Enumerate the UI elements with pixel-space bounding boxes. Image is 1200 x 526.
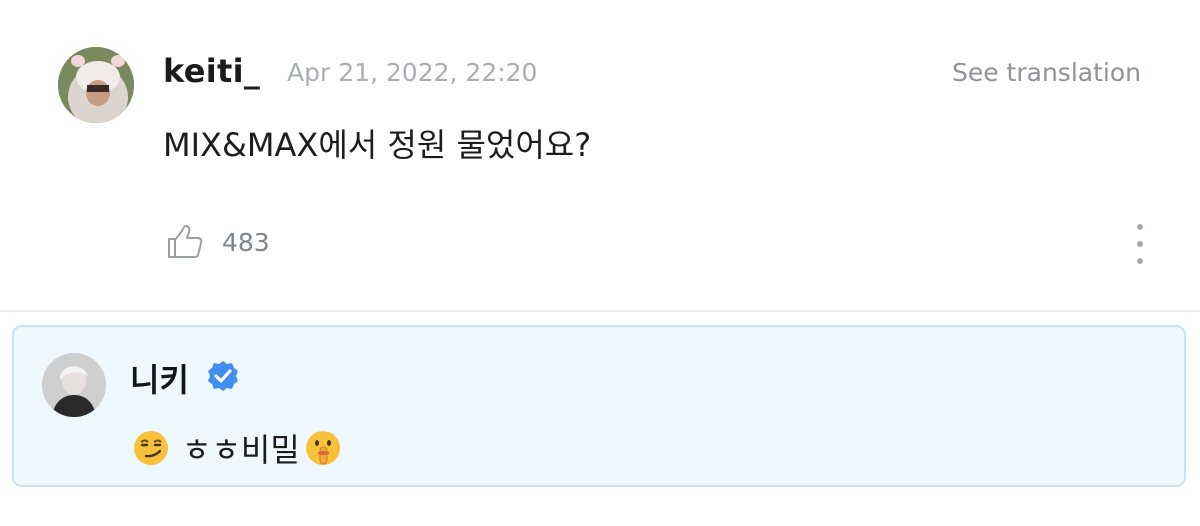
shushing-face-emoji	[305, 431, 340, 465]
smirking-face-emoji	[134, 431, 168, 465]
comment-timestamp: Apr 21, 2022, 22:20	[287, 58, 538, 87]
divider	[0, 310, 1200, 312]
artist-avatar[interactable]	[42, 353, 106, 417]
commenter-username[interactable]: keiti_	[163, 52, 260, 90]
comment-text: MIX&MAX에서 정원 물었어요?	[163, 126, 592, 164]
reply-text: ㅎㅎ비밀	[132, 425, 342, 471]
see-translation-link[interactable]: See translation	[952, 58, 1141, 87]
artist-name[interactable]: 니키	[130, 355, 189, 401]
fan-comment: keiti_ Apr 21, 2022, 22:20 See translati…	[0, 0, 1200, 310]
like-button[interactable]: 483	[166, 224, 270, 260]
like-count: 483	[222, 227, 270, 257]
reply-message: ㅎㅎ비밀	[182, 431, 300, 469]
artist-reply: 니키 ㅎㅎ비밀	[12, 325, 1186, 487]
commenter-avatar[interactable]	[58, 47, 134, 123]
more-options-button[interactable]	[1128, 224, 1152, 264]
verified-badge-icon	[208, 361, 238, 391]
vertical-ellipsis-icon	[1137, 224, 1143, 230]
thumbs-up-icon	[168, 225, 203, 258]
